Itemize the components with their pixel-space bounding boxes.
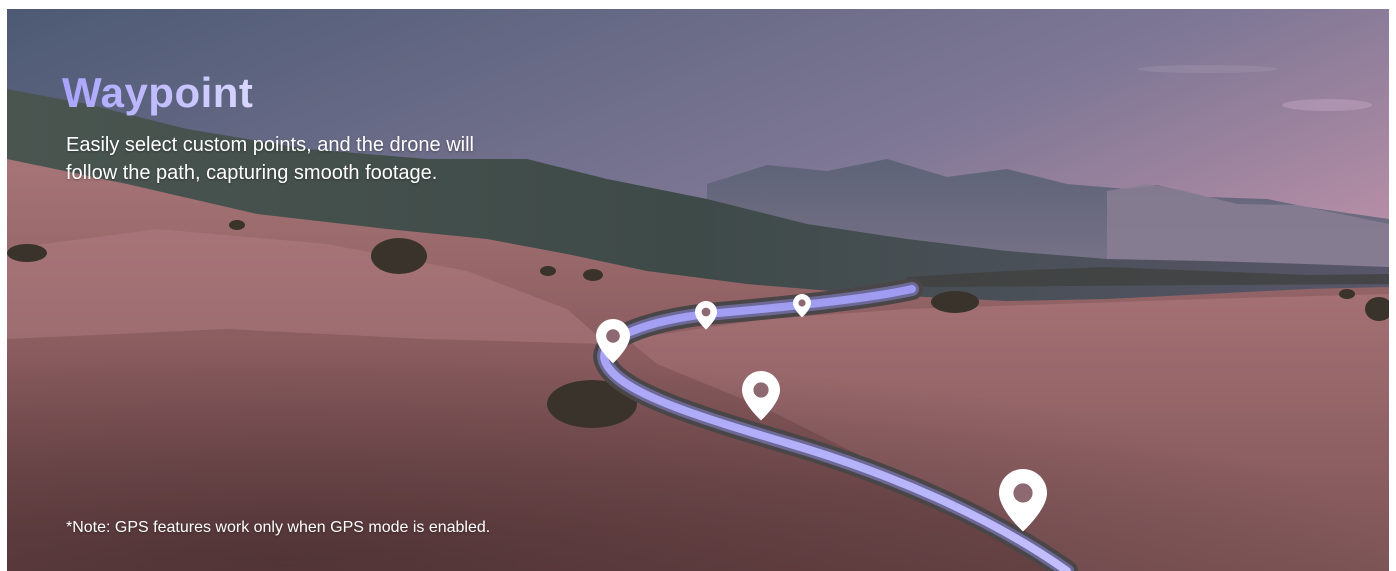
gps-note: *Note: GPS features work only when GPS m…	[66, 519, 491, 536]
description-line: Easily select custom points, and the dro…	[66, 134, 474, 156]
description-line: follow the path, capturing smooth footag…	[66, 162, 438, 184]
feature-title: Waypoint	[62, 69, 254, 116]
feature-description: Easily select custom points, and the dro…	[66, 131, 586, 187]
waypoint-banner: Waypoint Easily select custom points, an…	[7, 9, 1389, 571]
